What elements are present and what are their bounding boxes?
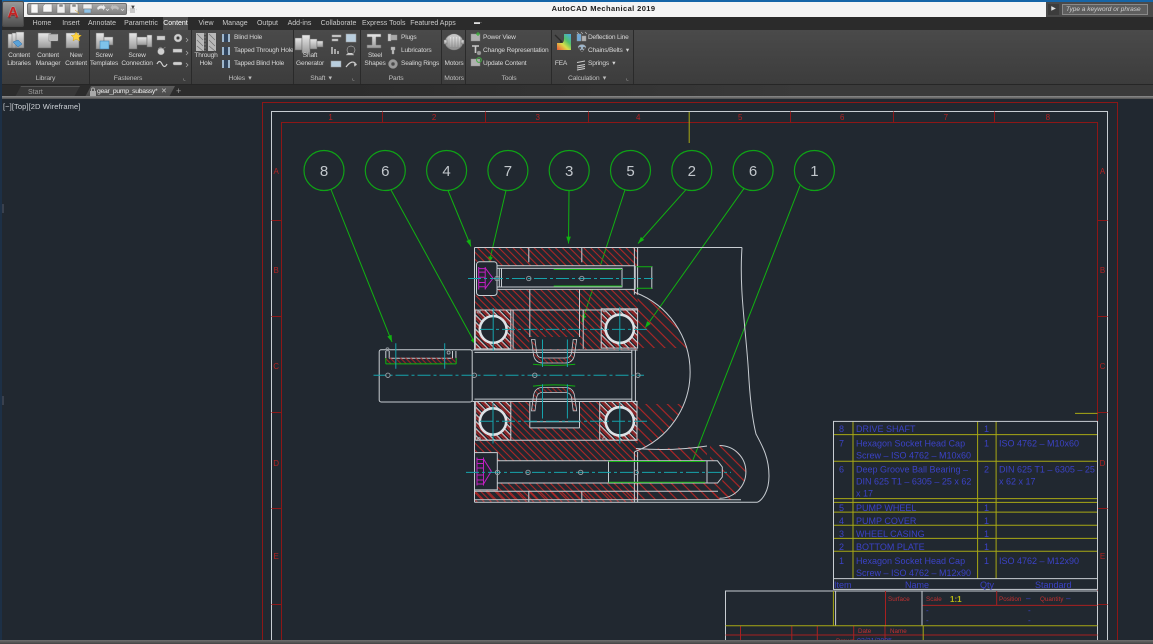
svg-text:1: 1 xyxy=(984,503,989,513)
svg-text:ISO 4762 – M12x90: ISO 4762 – M12x90 xyxy=(999,556,1079,566)
svg-text:1: 1 xyxy=(839,556,844,566)
svg-text:B: B xyxy=(274,266,279,275)
svg-text:3: 3 xyxy=(565,163,573,180)
svg-text:Screw – ISO 4762 – M12x90: Screw – ISO 4762 – M12x90 xyxy=(856,568,971,578)
svg-text:D: D xyxy=(1100,459,1106,468)
svg-text:ISO 4762 – M10x60: ISO 4762 – M10x60 xyxy=(999,439,1079,449)
svg-text:1: 1 xyxy=(984,529,989,539)
svg-text:7: 7 xyxy=(839,439,844,449)
svg-text:-: - xyxy=(1028,616,1031,625)
svg-text:Deep Groove Ball Bearing –: Deep Groove Ball Bearing – xyxy=(856,465,968,475)
svg-text:Standard: Standard xyxy=(1035,580,1072,590)
svg-text:2: 2 xyxy=(688,163,696,180)
svg-text:1: 1 xyxy=(984,542,989,552)
svg-text:Position: Position xyxy=(999,596,1022,603)
svg-text:1: 1 xyxy=(984,424,989,434)
svg-text:4: 4 xyxy=(636,113,641,122)
svg-text:1: 1 xyxy=(328,113,333,122)
svg-text:Name: Name xyxy=(905,580,929,590)
svg-text:-: - xyxy=(926,606,929,615)
svg-text:8: 8 xyxy=(320,163,328,180)
svg-text:7: 7 xyxy=(944,113,949,122)
svg-text:1: 1 xyxy=(984,516,989,526)
svg-text:–: – xyxy=(1026,594,1031,603)
svg-text:Qty: Qty xyxy=(980,580,995,590)
svg-text:x 62 x 17: x 62 x 17 xyxy=(999,477,1036,487)
svg-text:4: 4 xyxy=(839,516,844,526)
svg-text:2: 2 xyxy=(839,542,844,552)
svg-text:1: 1 xyxy=(984,439,989,449)
svg-text:x 17: x 17 xyxy=(856,489,873,499)
svg-text:1:1: 1:1 xyxy=(950,595,962,604)
svg-text:6: 6 xyxy=(840,113,845,122)
svg-text:4: 4 xyxy=(442,163,450,180)
svg-text:Hexagon Socket Head Cap: Hexagon Socket Head Cap xyxy=(856,439,965,449)
svg-text:C: C xyxy=(1100,362,1106,371)
svg-text:WHEEL CASING: WHEEL CASING xyxy=(856,529,925,539)
svg-text:Name: Name xyxy=(890,628,907,635)
svg-text:DIN 625 T1 – 6305 – 25: DIN 625 T1 – 6305 – 25 xyxy=(999,465,1095,475)
svg-text:BOTTOM PLATE: BOTTOM PLATE xyxy=(856,542,925,552)
svg-text:2: 2 xyxy=(432,113,437,122)
svg-text:8: 8 xyxy=(1046,113,1051,122)
svg-text:1: 1 xyxy=(984,556,989,566)
svg-text:Hexagon Socket Head Cap: Hexagon Socket Head Cap xyxy=(856,556,965,566)
svg-text:A: A xyxy=(274,167,280,176)
svg-text:PUMP COVER: PUMP COVER xyxy=(856,516,917,526)
svg-text:E: E xyxy=(274,552,279,561)
svg-text:1: 1 xyxy=(810,163,818,180)
svg-text:Quantity: Quantity xyxy=(1040,596,1064,603)
svg-text:C: C xyxy=(273,362,279,371)
svg-text:B: B xyxy=(1100,266,1105,275)
svg-text:-: - xyxy=(926,616,929,625)
svg-text:7: 7 xyxy=(504,163,512,180)
svg-text:8: 8 xyxy=(839,424,844,434)
svg-text:A: A xyxy=(1100,167,1106,176)
svg-text:–: – xyxy=(1066,594,1071,603)
svg-text:3: 3 xyxy=(839,529,844,539)
svg-text:DRIVE SHAFT: DRIVE SHAFT xyxy=(856,424,916,434)
svg-text:6: 6 xyxy=(381,163,389,180)
svg-text:5: 5 xyxy=(738,113,743,122)
svg-text:Screw – ISO 4762 – M10x60: Screw – ISO 4762 – M10x60 xyxy=(856,451,971,461)
svg-text:E: E xyxy=(1100,552,1105,561)
svg-text:3: 3 xyxy=(535,113,540,122)
svg-text:PUMP WHEEL: PUMP WHEEL xyxy=(856,503,916,513)
svg-text:-: - xyxy=(1028,606,1031,615)
svg-text:6: 6 xyxy=(839,465,844,475)
svg-text:5: 5 xyxy=(839,503,844,513)
svg-text:5: 5 xyxy=(626,163,634,180)
svg-text:2: 2 xyxy=(984,465,989,475)
svg-text:DIN 625 T1 – 6305 – 25 x 62: DIN 625 T1 – 6305 – 25 x 62 xyxy=(856,477,971,487)
svg-text:Item: Item xyxy=(834,580,852,590)
svg-text:Date: Date xyxy=(858,628,872,635)
svg-text:D: D xyxy=(273,459,279,468)
svg-text:Scale: Scale xyxy=(926,596,942,603)
svg-text:6: 6 xyxy=(749,163,757,180)
svg-text:Surface: Surface xyxy=(888,596,910,603)
